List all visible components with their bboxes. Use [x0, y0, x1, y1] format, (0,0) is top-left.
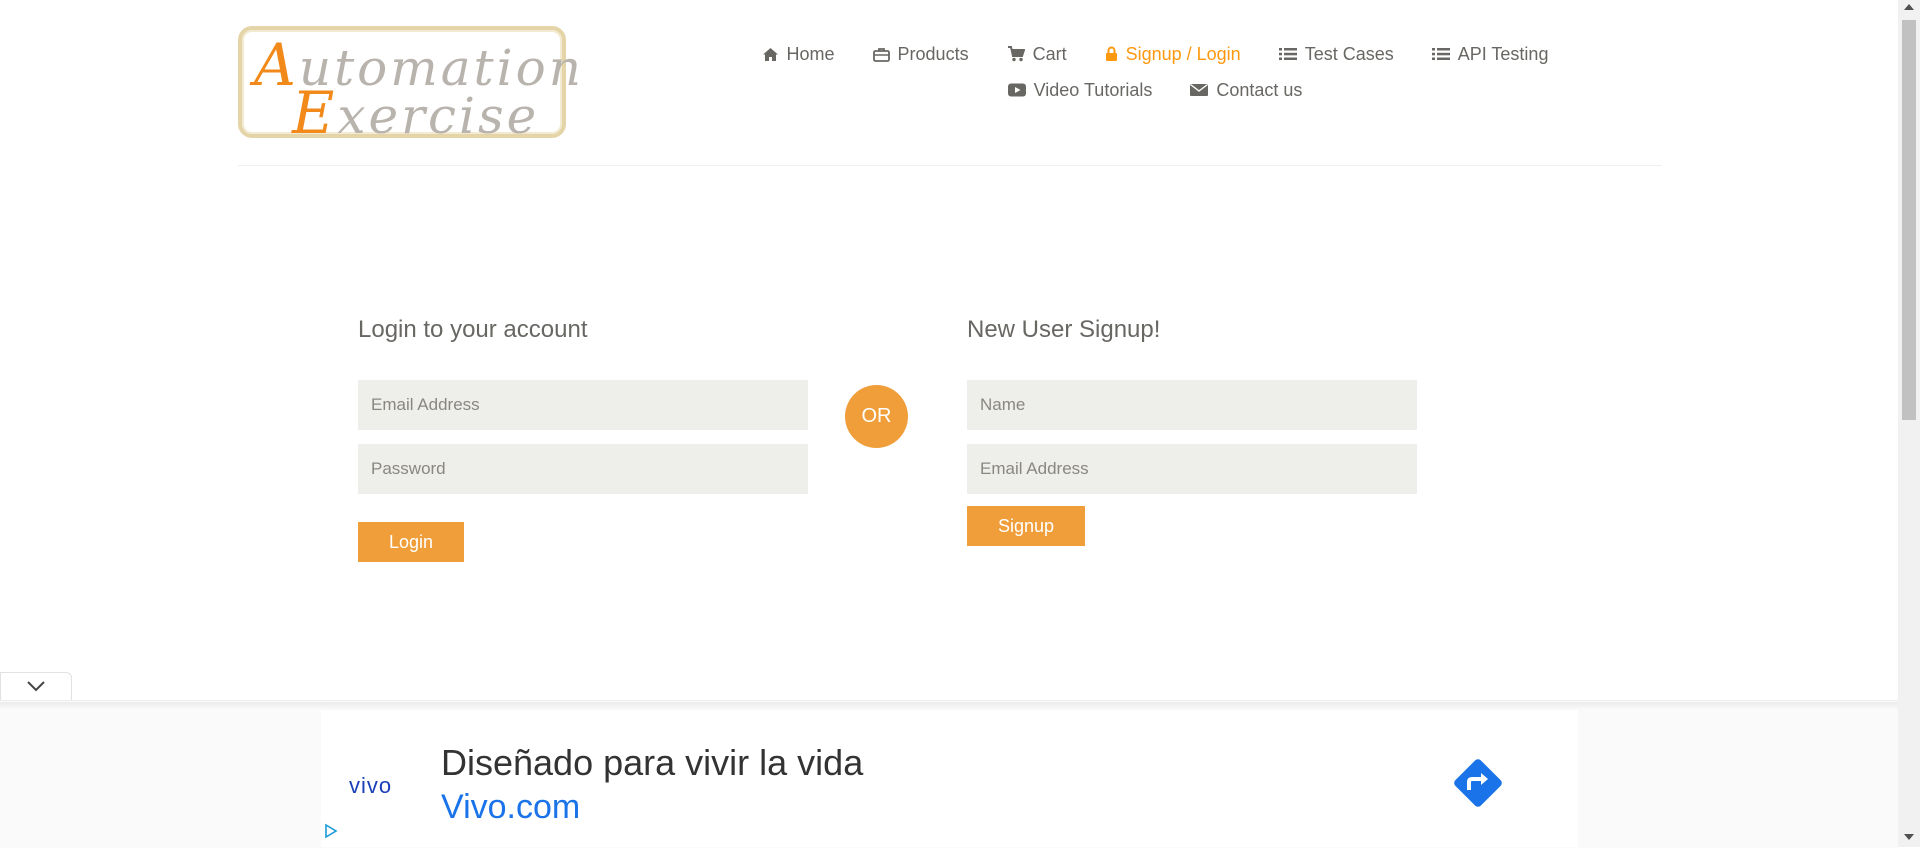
- lock-icon: [1105, 46, 1118, 62]
- signup-name-input[interactable]: [967, 380, 1417, 430]
- nav-row-2: Video Tutorials Contact us: [730, 72, 1580, 108]
- list-icon: [1431, 47, 1450, 61]
- logo-line-2: Exercise: [292, 79, 540, 147]
- nav-label-test-cases: Test Cases: [1304, 43, 1394, 64]
- login-email-input[interactable]: [358, 380, 808, 430]
- directions-icon[interactable]: [1447, 752, 1509, 814]
- signup-button[interactable]: Signup: [967, 506, 1085, 546]
- login-title: Login to your account: [358, 316, 588, 343]
- nav-item-home[interactable]: Home: [762, 44, 835, 65]
- nav-label-products: Products: [897, 43, 969, 64]
- scrollbar-thumb[interactable]: [1902, 20, 1916, 420]
- nav-row-1: Home Products Cart Signup / Login Test C…: [730, 36, 1580, 72]
- scroll-down-arrow-icon[interactable]: [1904, 834, 1914, 840]
- signup-email-input[interactable]: [967, 444, 1417, 494]
- header-divider: [238, 165, 1662, 166]
- nav-item-cart[interactable]: Cart: [1007, 44, 1067, 65]
- ad-url-link[interactable]: Vivo.com: [441, 788, 580, 827]
- ad-headline[interactable]: Diseñado para vivir la vida: [441, 742, 863, 784]
- envelope-icon: [1190, 83, 1209, 97]
- nav-label-contact-us: Contact us: [1216, 79, 1303, 100]
- cart-icon: [1007, 46, 1025, 62]
- home-icon: [762, 47, 779, 62]
- nav-item-video-tutorials[interactable]: Video Tutorials: [1007, 79, 1153, 101]
- youtube-icon: [1007, 83, 1026, 97]
- scroll-up-arrow-icon[interactable]: [1904, 4, 1914, 10]
- main-nav: Home Products Cart Signup / Login Test C…: [730, 36, 1580, 108]
- or-divider-badge: OR: [845, 385, 908, 448]
- site-logo[interactable]: Automation Exercise: [238, 26, 581, 142]
- nav-label-cart: Cart: [1032, 43, 1067, 64]
- nav-item-products[interactable]: Products: [872, 43, 969, 65]
- nav-item-signup-login[interactable]: Signup / Login: [1105, 44, 1241, 65]
- signup-title: New User Signup!: [967, 316, 1161, 343]
- nav-item-contact-us[interactable]: Contact us: [1190, 80, 1302, 101]
- list-icon: [1278, 47, 1297, 61]
- ad-banner-shadow: [0, 702, 1898, 710]
- nav-item-api-testing[interactable]: API Testing: [1431, 43, 1549, 65]
- login-button[interactable]: Login: [358, 522, 464, 562]
- chevron-down-icon: [26, 679, 46, 697]
- nav-label-signup-login: Signup / Login: [1125, 43, 1241, 64]
- ad-brand-logo: vivo: [349, 773, 393, 798]
- nav-label-api-testing: API Testing: [1457, 43, 1549, 64]
- login-password-input[interactable]: [358, 444, 808, 494]
- briefcase-icon: [872, 47, 890, 62]
- page-scrollbar[interactable]: [1898, 0, 1920, 847]
- nav-label-video-tutorials: Video Tutorials: [1033, 79, 1153, 100]
- nav-item-test-cases[interactable]: Test Cases: [1278, 43, 1394, 65]
- nav-label-home: Home: [786, 43, 835, 64]
- ad-banner[interactable]: vivo Diseñado para vivir la vida Vivo.co…: [321, 710, 1578, 847]
- ad-choices-icon[interactable]: [324, 823, 338, 844]
- ad-collapse-toggle[interactable]: [0, 672, 72, 702]
